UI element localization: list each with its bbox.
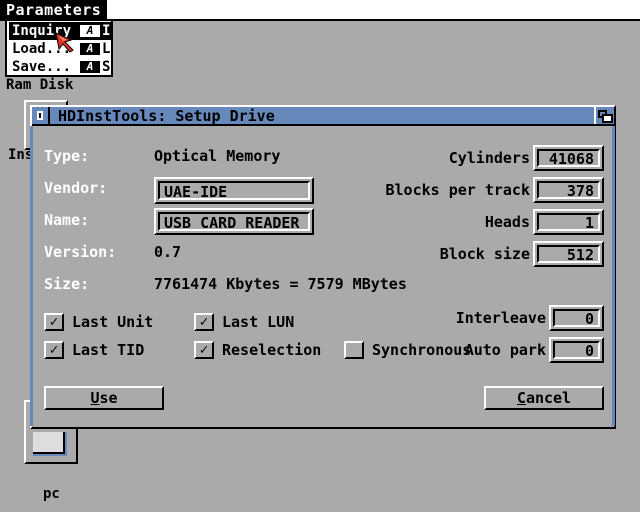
block-size-label: Block size (439, 245, 530, 263)
block-size-field[interactable]: 512 (533, 241, 604, 267)
vendor-field[interactable]: UAE-IDE (154, 177, 314, 204)
blocks-per-track-input[interactable]: 378 (537, 181, 600, 199)
amiga-key-icon: A (79, 42, 101, 56)
version-label: Version: (44, 243, 117, 261)
block-size-input[interactable]: 512 (537, 245, 600, 263)
synchronous-label: Synchronous (372, 341, 472, 359)
depth-arrange-icon-front (602, 114, 613, 123)
checkmark-icon: ✓ (199, 314, 209, 330)
cancel-button[interactable]: Cancel (484, 386, 604, 410)
type-label: Type: (44, 147, 90, 165)
mouse-pointer-icon (55, 32, 74, 53)
name-field[interactable]: USB CARD READER (154, 208, 314, 235)
blocks-per-track-field[interactable]: 378 (533, 177, 604, 203)
cancel-hotkey: C (516, 389, 526, 407)
auto-park-label: Auto park (464, 341, 546, 359)
cylinders-field[interactable]: 41068 (533, 145, 604, 171)
pc-icon-label[interactable]: pc (43, 486, 60, 502)
window-title: HDInstTools: Setup Drive (58, 107, 275, 125)
checkmark-icon: ✓ (199, 342, 209, 358)
auto-park-field[interactable]: 0 (549, 337, 604, 363)
synchronous-checkbox[interactable] (344, 341, 364, 359)
heads-input[interactable]: 1 (537, 213, 600, 231)
size-value: 7761474 Kbytes = 7579 MBytes (154, 275, 407, 293)
ram-disk-icon-label[interactable]: Ram Disk (6, 77, 73, 93)
window-right-border (612, 126, 615, 426)
last-unit-checkbox[interactable]: ✓ (44, 313, 64, 331)
last-tid-checkbox[interactable]: ✓ (44, 341, 64, 359)
type-value: Optical Memory (154, 147, 281, 165)
last-lun-label: Last LUN (222, 313, 295, 331)
close-icon (37, 111, 43, 120)
use-button[interactable]: Use (44, 386, 164, 410)
menu-item-label: Save... (12, 59, 72, 75)
checkmark-icon: ✓ (49, 342, 59, 358)
name-label: Name: (44, 211, 90, 229)
shortcut-key: I (102, 23, 111, 39)
vendor-input[interactable]: UAE-IDE (158, 181, 310, 201)
last-tid-label: Last TID (72, 341, 145, 359)
name-input[interactable]: USB CARD READER (158, 212, 310, 232)
auto-park-input[interactable]: 0 (553, 341, 600, 359)
pc-drive-glyph (33, 432, 65, 454)
last-unit-label: Last Unit (72, 313, 154, 331)
menu-item-save[interactable]: Save... A S (9, 58, 111, 76)
window-left-border (30, 126, 33, 426)
version-value: 0.7 (154, 243, 182, 261)
heads-label: Heads (484, 213, 530, 231)
interleave-input[interactable]: 0 (553, 309, 600, 327)
reselection-label: Reselection (222, 341, 322, 359)
interleave-label: Interleave (455, 309, 546, 327)
amiga-key-icon: A (79, 60, 101, 74)
use-label: se (99, 389, 118, 407)
blocks-per-track-label: Blocks per track (385, 181, 531, 199)
checkmark-icon: ✓ (49, 314, 59, 330)
shortcut-key: L (102, 41, 111, 57)
size-label: Size: (44, 275, 90, 293)
cylinders-input[interactable]: 41068 (537, 149, 600, 167)
cancel-label: ancel (525, 389, 572, 407)
last-lun-checkbox[interactable]: ✓ (194, 313, 214, 331)
amiga-key-icon: A (79, 24, 101, 38)
shortcut-key: S (102, 59, 111, 75)
vendor-label: Vendor: (44, 179, 108, 197)
menu-parameters[interactable]: Parameters (0, 0, 108, 20)
heads-field[interactable]: 1 (533, 209, 604, 235)
interleave-field[interactable]: 0 (549, 305, 604, 331)
reselection-checkbox[interactable]: ✓ (194, 341, 214, 359)
cylinders-label: Cylinders (448, 149, 530, 167)
